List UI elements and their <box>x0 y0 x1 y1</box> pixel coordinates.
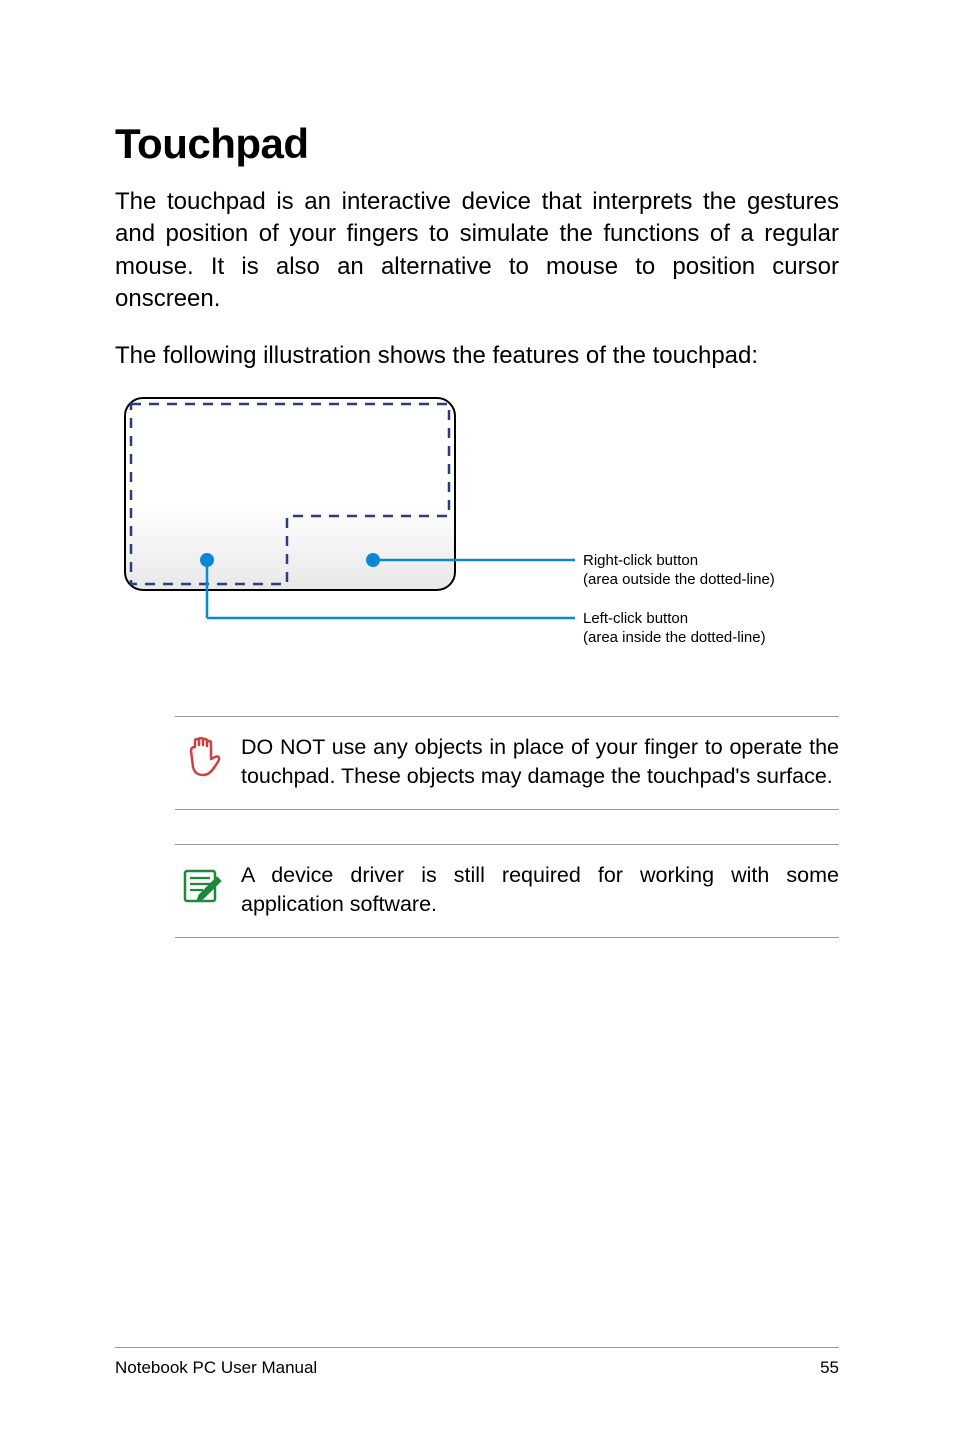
right-click-label-line2: (area outside the dotted-line) <box>583 571 775 590</box>
page-title: Touchpad <box>115 120 839 168</box>
right-click-label-line1: Right-click button <box>583 552 775 571</box>
left-click-label-line1: Left-click button <box>583 610 766 629</box>
paragraph-intro: The touchpad is an interactive device th… <box>115 186 839 316</box>
left-click-label-line2: (area inside the dotted-line) <box>583 629 766 648</box>
note-text: A device driver is still required for wo… <box>231 861 839 919</box>
warning-text: DO NOT use any objects in place of your … <box>231 733 839 791</box>
paragraph-illustration-lead: The following illustration shows the fea… <box>115 340 839 372</box>
page-footer: Notebook PC User Manual 55 <box>115 1347 839 1378</box>
footer-doc-title: Notebook PC User Manual <box>115 1358 317 1378</box>
right-click-label: Right-click button (area outside the dot… <box>583 552 775 590</box>
touchpad-diagram: Right-click button (area outside the dot… <box>115 396 835 676</box>
hand-stop-icon <box>175 733 231 785</box>
note-pencil-icon <box>175 861 231 909</box>
note-callout: A device driver is still required for wo… <box>175 844 839 938</box>
warning-callout: DO NOT use any objects in place of your … <box>175 716 839 810</box>
footer-page-number: 55 <box>820 1358 839 1378</box>
left-click-label: Left-click button (area inside the dotte… <box>583 610 766 648</box>
